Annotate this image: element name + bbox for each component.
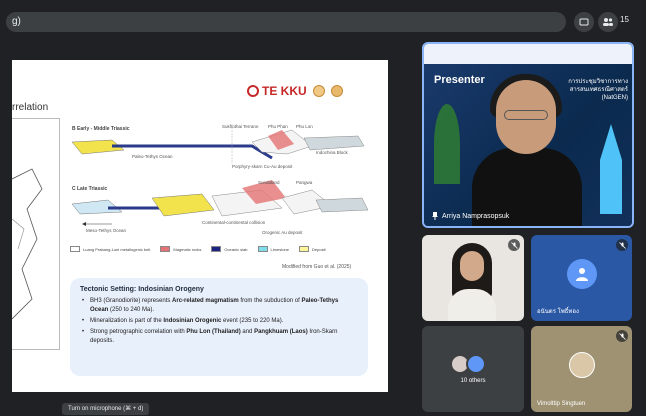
meet-window: g) 15 rrelation TE KKU B Early - Middle …	[0, 0, 646, 416]
legend-item: Luang Prabang-Loei metallogenic belt	[70, 246, 150, 252]
bullet-text: and	[240, 329, 255, 335]
legend-label: Limestone	[270, 246, 289, 252]
bullet-text: from the subduction of	[238, 298, 302, 304]
meso-ocean-label: Meso-Tethys Ocean	[86, 228, 127, 233]
others-count: 10 others	[460, 378, 486, 384]
legend-swatch	[70, 246, 80, 252]
presenter-tile[interactable]: Presenter การประชุมวิชาการทางสารสนเทศธรณ…	[422, 42, 634, 228]
sukhothai-label: Sukhothai Terrane	[222, 124, 259, 129]
legend-swatch	[257, 246, 268, 252]
panel-b-title: B Early - Middle Triassic	[72, 126, 130, 132]
bullet-emphasis: Indosinian Orogenic	[163, 318, 222, 324]
people-icon[interactable]	[598, 12, 618, 32]
conference-banner	[424, 44, 632, 64]
avatar	[466, 354, 486, 374]
legend-swatch	[160, 246, 171, 252]
mic-off-icon	[508, 239, 520, 251]
phuphan-label: Phu Phan	[268, 124, 288, 129]
presenter-label: Presenter	[434, 74, 485, 86]
legend-swatch	[299, 246, 309, 252]
bullet-text: Strong petrographic correlation with	[90, 329, 187, 335]
pin-icon	[432, 212, 438, 220]
bullet-text: Mineralization is part of the	[90, 318, 164, 324]
person-icon	[576, 268, 588, 281]
avatar	[569, 352, 595, 378]
legend-label: Oceanic slab	[224, 246, 248, 252]
bullet-emphasis: Phu Lon (Thailand)	[186, 329, 241, 335]
diagram-legend: Luang Prabang-Loei metallogenic belt Mag…	[70, 242, 370, 256]
map-panel	[12, 118, 60, 350]
indochina-label: Indochina Block	[316, 150, 348, 155]
university-seal-icon	[312, 85, 325, 97]
mic-off-icon	[616, 239, 628, 251]
legend-item: Limestone	[257, 246, 289, 252]
tekku-logo-mark	[247, 85, 259, 97]
presenter-name-label: Arriya Namprasopsuk	[432, 212, 509, 220]
legend-label: Magmatic rocks	[173, 246, 202, 252]
legend-item: Deposit	[299, 246, 326, 252]
legend-item: Magmatic rocks	[160, 246, 201, 252]
others-avatars	[450, 354, 486, 374]
presenter-name: Arriya Namprasopsuk	[442, 212, 510, 220]
meeting-title[interactable]: g)	[6, 12, 566, 32]
info-bullet: Strong petrographic correlation with Phu…	[80, 328, 358, 346]
bullet-emphasis: Pangkhuam (Laos)	[254, 329, 308, 335]
slide-heading: rrelation	[12, 102, 49, 113]
participant-body	[448, 289, 496, 321]
glasses	[504, 110, 548, 120]
participant-name: อนันตร โพธิ์ทอง	[537, 309, 579, 315]
paleo-ocean-label: Paleo-Tethys Ocean	[132, 154, 173, 159]
legend-item: Oceanic slab	[211, 246, 248, 252]
shared-slide: rrelation TE KKU B Early - Middle Triass…	[12, 60, 388, 392]
plant-decoration	[434, 104, 460, 184]
sundaland-label: Sundaland	[258, 180, 280, 185]
avatar	[567, 259, 597, 289]
info-title: Tectonic Setting: Indosinian Orogeny	[80, 286, 204, 293]
participant-tile[interactable]: อนันตร โพธิ์ทอง	[531, 235, 632, 321]
captions-icon[interactable]	[574, 12, 594, 32]
mic-off-icon	[616, 330, 628, 342]
faculty-seal-icon	[330, 85, 343, 97]
pangwa-label: Pangwa	[296, 180, 313, 185]
bullet-text: BH3 (Granodiorite) represents	[90, 298, 173, 304]
participant-face	[460, 251, 484, 281]
top-bar: g) 15	[0, 0, 646, 40]
orogenic-label: Orogenic Au deposit	[262, 230, 303, 235]
participant-count: 15	[620, 15, 629, 24]
legend-swatch	[211, 246, 222, 252]
bullet-text: event (235 to 220 Ma).	[221, 318, 284, 324]
panel-c-title: C Late Triassic	[72, 186, 108, 192]
info-bullet: Mineralization is part of the Indosinian…	[80, 317, 358, 326]
slide-logos: TE KKU	[247, 84, 343, 98]
legend-label: Luang Prabang-Loei metallogenic belt	[83, 246, 151, 252]
continental-label: Continental-continental collision	[202, 220, 266, 225]
tekku-logo: TE KKU	[247, 84, 307, 98]
microphone-tooltip: Turn on microphone (⌘ + d)	[62, 403, 150, 415]
participant-tile[interactable]	[422, 235, 524, 321]
bullet-text: (250 to 240 Ma).	[108, 307, 155, 313]
conference-text: การประชุมวิชาการทางสารสนเทศธรณีศาสตร์ (N…	[568, 79, 628, 101]
bullet-emphasis: Arc-related magmatism	[172, 298, 239, 304]
porphyry-label: Porphyry-skarn Cu-Au deposit	[232, 164, 293, 169]
participant-tile[interactable]: Vimolttip Singtuen	[531, 326, 632, 412]
info-bullet: BH3 (Granodiorite) represents Arc-relate…	[80, 297, 358, 315]
info-list: BH3 (Granodiorite) represents Arc-relate…	[80, 297, 358, 346]
phulon-label: Phu Lon	[296, 124, 313, 129]
tectonic-info-box: Tectonic Setting: Indosinian Orogeny BH3…	[70, 278, 368, 376]
citation-text: Modified from Guo et al. (2025)	[282, 264, 352, 270]
tekku-logo-text: TE KKU	[262, 84, 307, 98]
participant-name: Vimolttip Singtuen	[537, 401, 586, 407]
others-tile[interactable]: 10 others	[422, 326, 524, 412]
legend-label: Deposit	[312, 246, 326, 252]
